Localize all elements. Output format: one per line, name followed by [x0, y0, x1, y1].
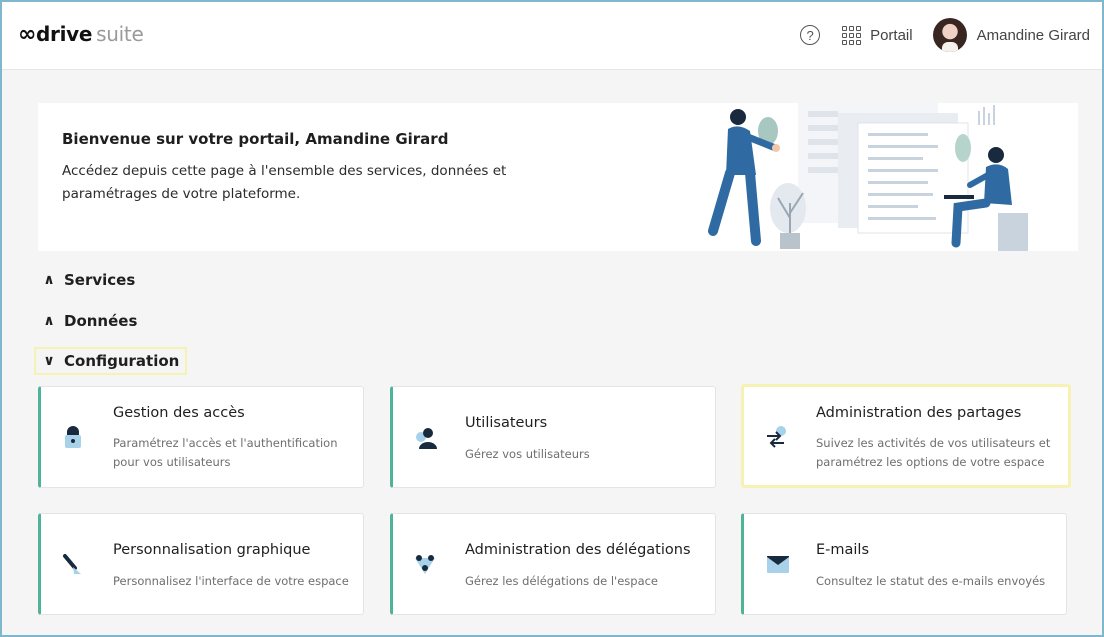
- card-title: Administration des partages: [816, 405, 1022, 421]
- user-menu[interactable]: Amandine Girard: [932, 18, 1090, 52]
- card-description: Gérez les délégations de l'espace: [465, 574, 659, 588]
- user-icon: [416, 428, 437, 449]
- logo-brand: drive: [36, 22, 93, 46]
- card-personnalisation-graphique[interactable]: Personnalisation graphique Personnalisez…: [38, 513, 364, 615]
- chevron-up-icon: ∧: [43, 272, 55, 288]
- section-donnees[interactable]: ∧ Données: [36, 309, 143, 333]
- envelope-icon: [767, 556, 789, 573]
- card-title: Utilisateurs: [465, 415, 548, 431]
- card-description: Suivez les activités de vos utilisateurs…: [816, 436, 1051, 469]
- card-title: Personnalisation graphique: [113, 542, 311, 558]
- header-actions: ? Portail Amandine Girard: [800, 17, 1090, 53]
- card-title: Administration des délégations: [465, 542, 691, 558]
- card-title: Gestion des accès: [113, 405, 245, 421]
- section-label: Configuration: [64, 352, 180, 370]
- user-name: Amandine Girard: [976, 26, 1090, 44]
- apps-grid-icon: [842, 25, 862, 45]
- card-description: Paramétrez l'accès et l'authentification…: [113, 436, 338, 469]
- lock-icon: [65, 426, 81, 448]
- portal-label: Portail: [870, 26, 913, 44]
- card-description: Gérez vos utilisateurs: [465, 447, 590, 461]
- welcome-title: Bienvenue sur votre portail, Amandine Gi…: [62, 130, 449, 148]
- share-settings-icon: [767, 426, 786, 448]
- welcome-description: Accédez depuis cette page à l'ensemble d…: [62, 163, 507, 202]
- chevron-up-icon: ∧: [43, 313, 55, 329]
- logo[interactable]: ∞ drive suite: [18, 22, 144, 47]
- welcome-banner: Bienvenue sur votre portail, Amandine Gi…: [38, 103, 1078, 251]
- card-utilisateurs[interactable]: Utilisateurs Gérez vos utilisateurs: [390, 386, 716, 488]
- welcome-illustration: [708, 103, 1028, 251]
- chevron-down-icon: ∨: [43, 353, 55, 369]
- card-title: E-mails: [816, 542, 870, 558]
- section-services[interactable]: ∧ Services: [36, 268, 141, 292]
- card-administration-des-delegations[interactable]: Administration des délégations Gérez les…: [390, 513, 716, 615]
- logo-infinity: ∞: [18, 22, 37, 47]
- logo-suite: suite: [96, 22, 144, 46]
- top-bar: ∞ drive suite ? Portail Amandine Girard: [0, 0, 1104, 70]
- help-icon[interactable]: ?: [800, 25, 821, 45]
- card-description: Consultez le statut des e-mails envoyés: [816, 574, 1046, 588]
- portal-button[interactable]: Portail: [842, 25, 913, 45]
- delegation-icon: [415, 555, 435, 574]
- card-administration-des-partages[interactable]: Administration des partages Suivez les a…: [741, 384, 1071, 488]
- section-configuration[interactable]: ∨ Configuration: [33, 347, 188, 375]
- card-description: Personnalisez l'interface de votre espac…: [113, 574, 349, 588]
- section-label: Données: [64, 312, 138, 330]
- card-e-mails[interactable]: E-mails Consultez le statut des e-mails …: [741, 513, 1067, 615]
- avatar: [932, 18, 967, 52]
- brush-icon: [63, 554, 81, 574]
- card-gestion-des-acces[interactable]: Gestion des accès Paramétrez l'accès et …: [38, 386, 364, 488]
- section-label: Services: [64, 271, 136, 289]
